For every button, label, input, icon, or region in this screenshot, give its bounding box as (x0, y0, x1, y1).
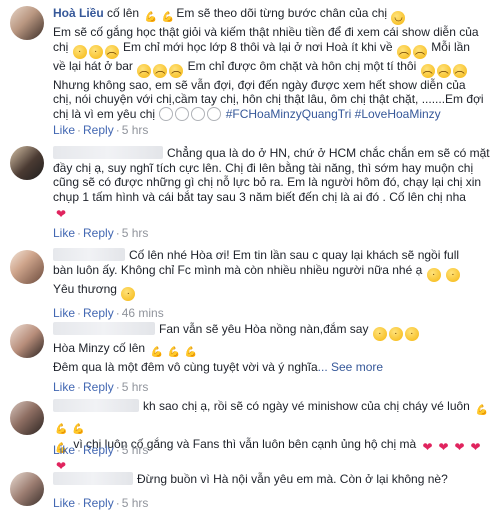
comment-text: chị là vì em yêu chị (53, 106, 159, 121)
heart-emoji-icon: ❤ (470, 440, 481, 454)
kiss-face-emoji-icon: · (121, 286, 136, 301)
muscle-emoji-icon (54, 423, 69, 437)
reply-link[interactable]: Reply (83, 443, 114, 457)
commenter-name[interactable]: Hoà Liều (53, 6, 104, 20)
comment-text: cũng sẽ có được những gì chị nỗ lực bỏ r… (53, 175, 482, 190)
sad-face-emoji-icon: ︵ (412, 44, 427, 59)
sad-face-emoji-icon (207, 106, 222, 121)
timestamp[interactable]: 5 hrs (122, 496, 149, 510)
laugh-face-emoji-icon: ◡ (391, 11, 406, 25)
comment-text: Em sẽ cố gắng học thật giỏi và kiếm thật… (53, 25, 479, 39)
comment-text: Mỗi lần (431, 39, 470, 54)
timestamp[interactable]: 5 hrs (122, 380, 149, 394)
commenter-name-redacted[interactable] (53, 399, 139, 412)
timestamp[interactable]: 5 hrs (122, 226, 149, 240)
comment-text: Em sẽ theo dõi từng bước chân của chị (176, 6, 391, 20)
comment-text: chị (53, 39, 72, 54)
commenter-name-redacted[interactable] (53, 248, 125, 261)
like-link[interactable]: Like (53, 306, 75, 320)
reply-link[interactable]: Reply (83, 380, 114, 394)
sad-face-emoji-icon: ︵ (420, 63, 435, 78)
hashtags[interactable]: #FCHoaMinzyQuangTri #LoveHoaMinzy (222, 107, 441, 121)
comment-text: Chẳng qua là do ở HN, chứ ở HCM chắc chắ… (167, 146, 490, 160)
heart-emoji-icon: ❤ (438, 440, 449, 454)
sad-face-emoji-icon (159, 106, 174, 121)
avatar[interactable] (10, 250, 44, 284)
comment-text: Yêu thương (53, 281, 121, 296)
heart-emoji-icon: ❤ (422, 440, 433, 454)
timestamp[interactable]: 5 hrs (122, 443, 149, 457)
comment-text: Đừng buồn vì Hà nội vẫn yêu em mà. Còn ở… (137, 472, 448, 486)
like-link[interactable]: Like (53, 496, 75, 510)
avatar[interactable] (10, 472, 44, 506)
comment-actions: Like · Reply · 46 mins (53, 306, 164, 320)
muscle-emoji-icon (166, 346, 181, 360)
reply-link[interactable]: Reply (83, 123, 114, 137)
comment-text: về lại hát ở bar (53, 58, 137, 73)
comment-text: Đêm qua là một đêm vô cùng tuyệt vời và … (53, 360, 318, 374)
sad-face-emoji-icon (175, 106, 190, 121)
kiss-face-emoji-icon: · (445, 267, 460, 282)
sad-face-emoji-icon: ︵ (452, 63, 467, 78)
avatar[interactable] (10, 324, 44, 358)
comment-actions: Like · Reply · 5 hrs (53, 380, 149, 394)
muscle-emoji-icon (71, 423, 86, 437)
kiss-face-emoji-icon: · (72, 44, 87, 59)
avatar[interactable] (10, 401, 44, 435)
muscle-emoji-icon (143, 11, 158, 25)
kiss-face-emoji-icon: · (426, 267, 441, 282)
timestamp[interactable]: 46 mins (122, 306, 164, 320)
comment-actions: Like · Reply · 5 hrs (53, 443, 149, 457)
like-link[interactable]: Like (53, 443, 75, 457)
kiss-face-emoji-icon: · (372, 327, 387, 341)
reply-link[interactable]: Reply (83, 496, 114, 510)
commenter-name-redacted[interactable] (53, 472, 133, 485)
comment-text: Em chỉ được ôm chặt và hôn chị một tí th… (184, 58, 420, 73)
comment-feed: Hoà Liều cố lên Em sẽ theo dõi từng bước… (0, 0, 504, 516)
comment-actions: Like · Reply · 5 hrs (53, 226, 149, 240)
commenter-name-redacted[interactable] (53, 322, 155, 335)
sad-face-emoji-icon: ︵ (169, 63, 184, 78)
comment-text: Nhưng không sao, em sẽ vẫn đợi, đợi đến … (53, 77, 466, 92)
like-link[interactable]: Like (53, 123, 75, 137)
comment-text: cố lên (107, 6, 143, 20)
see-more-link[interactable]: ... See more (318, 360, 383, 374)
heart-emoji-icon: ❤ (55, 459, 67, 473)
comment-text: bàn luôn ấy. Không chỉ Fc mình mà còn nh… (53, 262, 426, 277)
comment-actions: Like · Reply · 5 hrs (53, 496, 149, 510)
comment-actions: Like · Reply · 5 hrs (53, 123, 149, 137)
sad-face-emoji-icon: ︵ (104, 44, 119, 59)
comment-text: Em chỉ mới học lớp 8 thôi và lại ở nơi H… (119, 39, 396, 54)
sad-face-emoji-icon: ︵ (396, 44, 411, 59)
avatar[interactable] (10, 6, 44, 40)
reply-link[interactable]: Reply (83, 226, 114, 240)
muscle-emoji-icon (160, 11, 175, 25)
avatar[interactable] (10, 146, 44, 180)
commenter-name-redacted[interactable] (53, 146, 163, 159)
comment-text: Cố lên nhé Hòa ơi! Em tin lần sau c quay… (129, 248, 460, 262)
muscle-emoji-icon (183, 346, 198, 360)
muscle-emoji-icon (474, 404, 489, 418)
reply-link[interactable]: Reply (83, 306, 114, 320)
kiss-face-emoji-icon: · (388, 327, 403, 341)
comment-text: chụp 1 tấm hình và cái bắt tay sau 3 năm… (53, 189, 466, 204)
comment-text: chị, nói chuyện với chị,cầm tay chị, hôn… (53, 92, 484, 107)
sad-face-emoji-icon: ︵ (436, 63, 451, 78)
comment-text: kh sao chị ạ, rồi sẽ có ngày vé minishow… (143, 399, 474, 413)
muscle-emoji-icon (149, 346, 164, 360)
comment-text: đầy chị ạ, suy nghĩ tích cực lên. Chị đi… (53, 160, 474, 175)
sad-face-emoji-icon: ︵ (153, 63, 168, 78)
sad-face-emoji-icon: ︵ (137, 63, 152, 78)
heart-emoji-icon: ❤ (454, 440, 465, 454)
comment-text: Hòa Minzy cố lên (53, 341, 149, 355)
like-link[interactable]: Like (53, 226, 75, 240)
timestamp[interactable]: 5 hrs (122, 123, 149, 137)
heart-emoji-icon: ❤ (55, 207, 67, 222)
kiss-face-emoji-icon: · (404, 327, 419, 341)
sad-face-emoji-icon (191, 106, 206, 121)
comment-text: Fan vẫn sẽ yêu Hòa nồng nàn,đắm say (159, 322, 372, 336)
kiss-face-emoji-icon: · (88, 44, 103, 59)
like-link[interactable]: Like (53, 380, 75, 394)
